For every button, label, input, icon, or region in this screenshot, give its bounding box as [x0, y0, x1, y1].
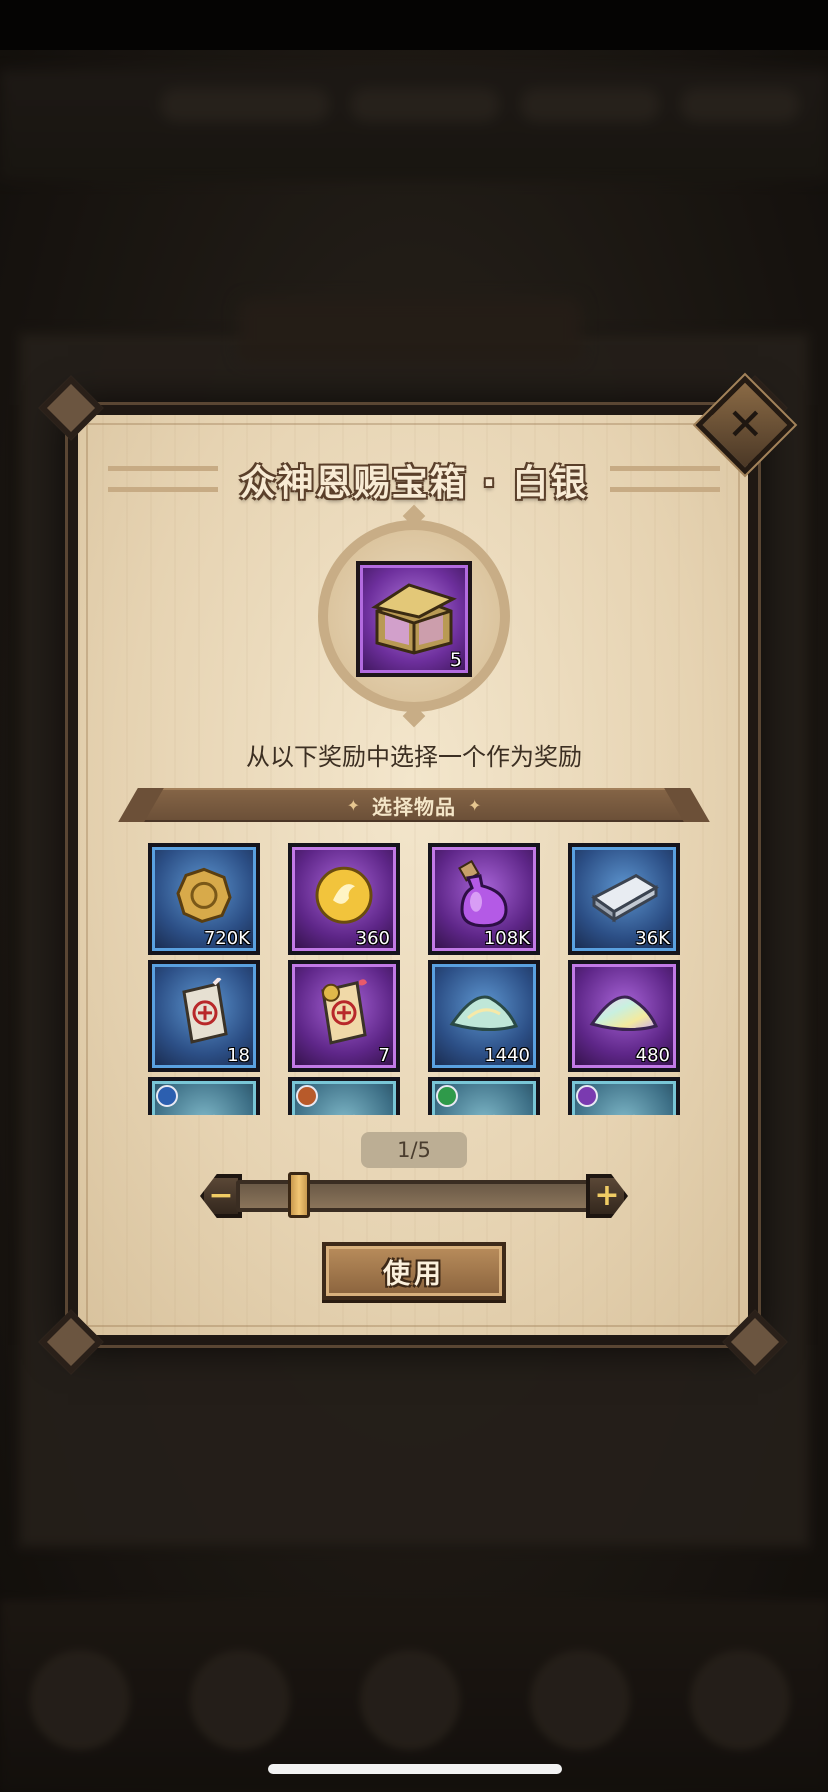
- item-quantity: 720K: [203, 928, 250, 949]
- item-quantity: 18: [227, 1045, 250, 1066]
- dialog-title: 众神恩赐宝箱 · 白银: [239, 463, 589, 504]
- banner-ornament: [108, 466, 218, 492]
- reward-item-purple-potion[interactable]: 108K: [428, 843, 540, 955]
- item-quantity: 480: [635, 1045, 670, 1066]
- red-scroll-icon: [182, 977, 228, 1044]
- use-button[interactable]: 使用: [322, 1242, 506, 1300]
- item-quantity: 7: [378, 1045, 390, 1066]
- reward-item-golden-orb[interactable]: 360: [288, 843, 400, 955]
- mountain-icon: [213, 1114, 215, 1115]
- item-quantity: 108K: [483, 928, 530, 949]
- reward-item-silver-ingot[interactable]: 36K: [568, 843, 680, 955]
- close-icon: ✕: [726, 399, 764, 450]
- section-label: 选择物品: [372, 794, 456, 819]
- gold-scroll-icon: [321, 979, 367, 1045]
- reward-item-gold-scroll[interactable]: 7: [288, 960, 400, 1072]
- slider-thumb[interactable]: [288, 1172, 310, 1218]
- home-indicator[interactable]: [268, 1764, 562, 1774]
- element-badge-icon: [296, 1085, 318, 1107]
- increase-button[interactable]: +: [586, 1174, 628, 1218]
- title-banner: 众神恩赐宝箱 · 白银: [108, 448, 720, 512]
- element-badge-icon: [576, 1085, 598, 1107]
- silver-chest-icon: [371, 583, 457, 655]
- reward-item-row3[interactable]: [428, 1077, 540, 1115]
- mountain-icon: [493, 1114, 495, 1115]
- section-header: ✦ 选择物品 ✦: [118, 788, 710, 822]
- element-badge-icon: [156, 1085, 178, 1107]
- reward-grid[interactable]: 720K 360 108K 36K 18 7 1440 480: [148, 843, 680, 1115]
- reward-item-crystal-shard[interactable]: 1440: [428, 960, 540, 1072]
- minus-icon: −: [208, 1178, 234, 1213]
- reward-item-gold-coin[interactable]: 720K: [148, 843, 260, 955]
- crystal-shard-icon: [449, 995, 519, 1032]
- gold-coin-icon: [176, 867, 232, 923]
- item-quantity: 36K: [635, 928, 670, 949]
- chest-count: 5: [449, 649, 462, 671]
- chest-item[interactable]: 5: [356, 561, 472, 677]
- reward-item-red-scroll[interactable]: 18: [148, 960, 260, 1072]
- reward-item-row3[interactable]: [568, 1077, 680, 1115]
- reward-item-row3[interactable]: [288, 1077, 400, 1115]
- item-quantity: 1440: [484, 1045, 530, 1066]
- rainbow-crystal-icon: [589, 995, 659, 1032]
- use-button-label: 使用: [383, 1258, 445, 1290]
- element-badge-icon: [436, 1085, 458, 1107]
- page-indicator: 1/5: [361, 1132, 467, 1168]
- item-quantity: 360: [355, 928, 390, 949]
- plus-icon: +: [594, 1178, 620, 1213]
- golden-orb-icon: [315, 866, 373, 924]
- instruction-text: 从以下奖励中选择一个作为奖励: [246, 743, 582, 771]
- mountain-icon: [353, 1114, 355, 1115]
- banner-ornament: [610, 466, 720, 492]
- quantity-slider[interactable]: − +: [200, 1172, 628, 1220]
- mountain-icon: [633, 1114, 635, 1115]
- reward-item-row3[interactable]: [148, 1077, 260, 1115]
- reward-item-rainbow-crystal[interactable]: 480: [568, 960, 680, 1072]
- silver-ingot-icon: [591, 873, 659, 923]
- purple-potion-icon: [458, 859, 508, 928]
